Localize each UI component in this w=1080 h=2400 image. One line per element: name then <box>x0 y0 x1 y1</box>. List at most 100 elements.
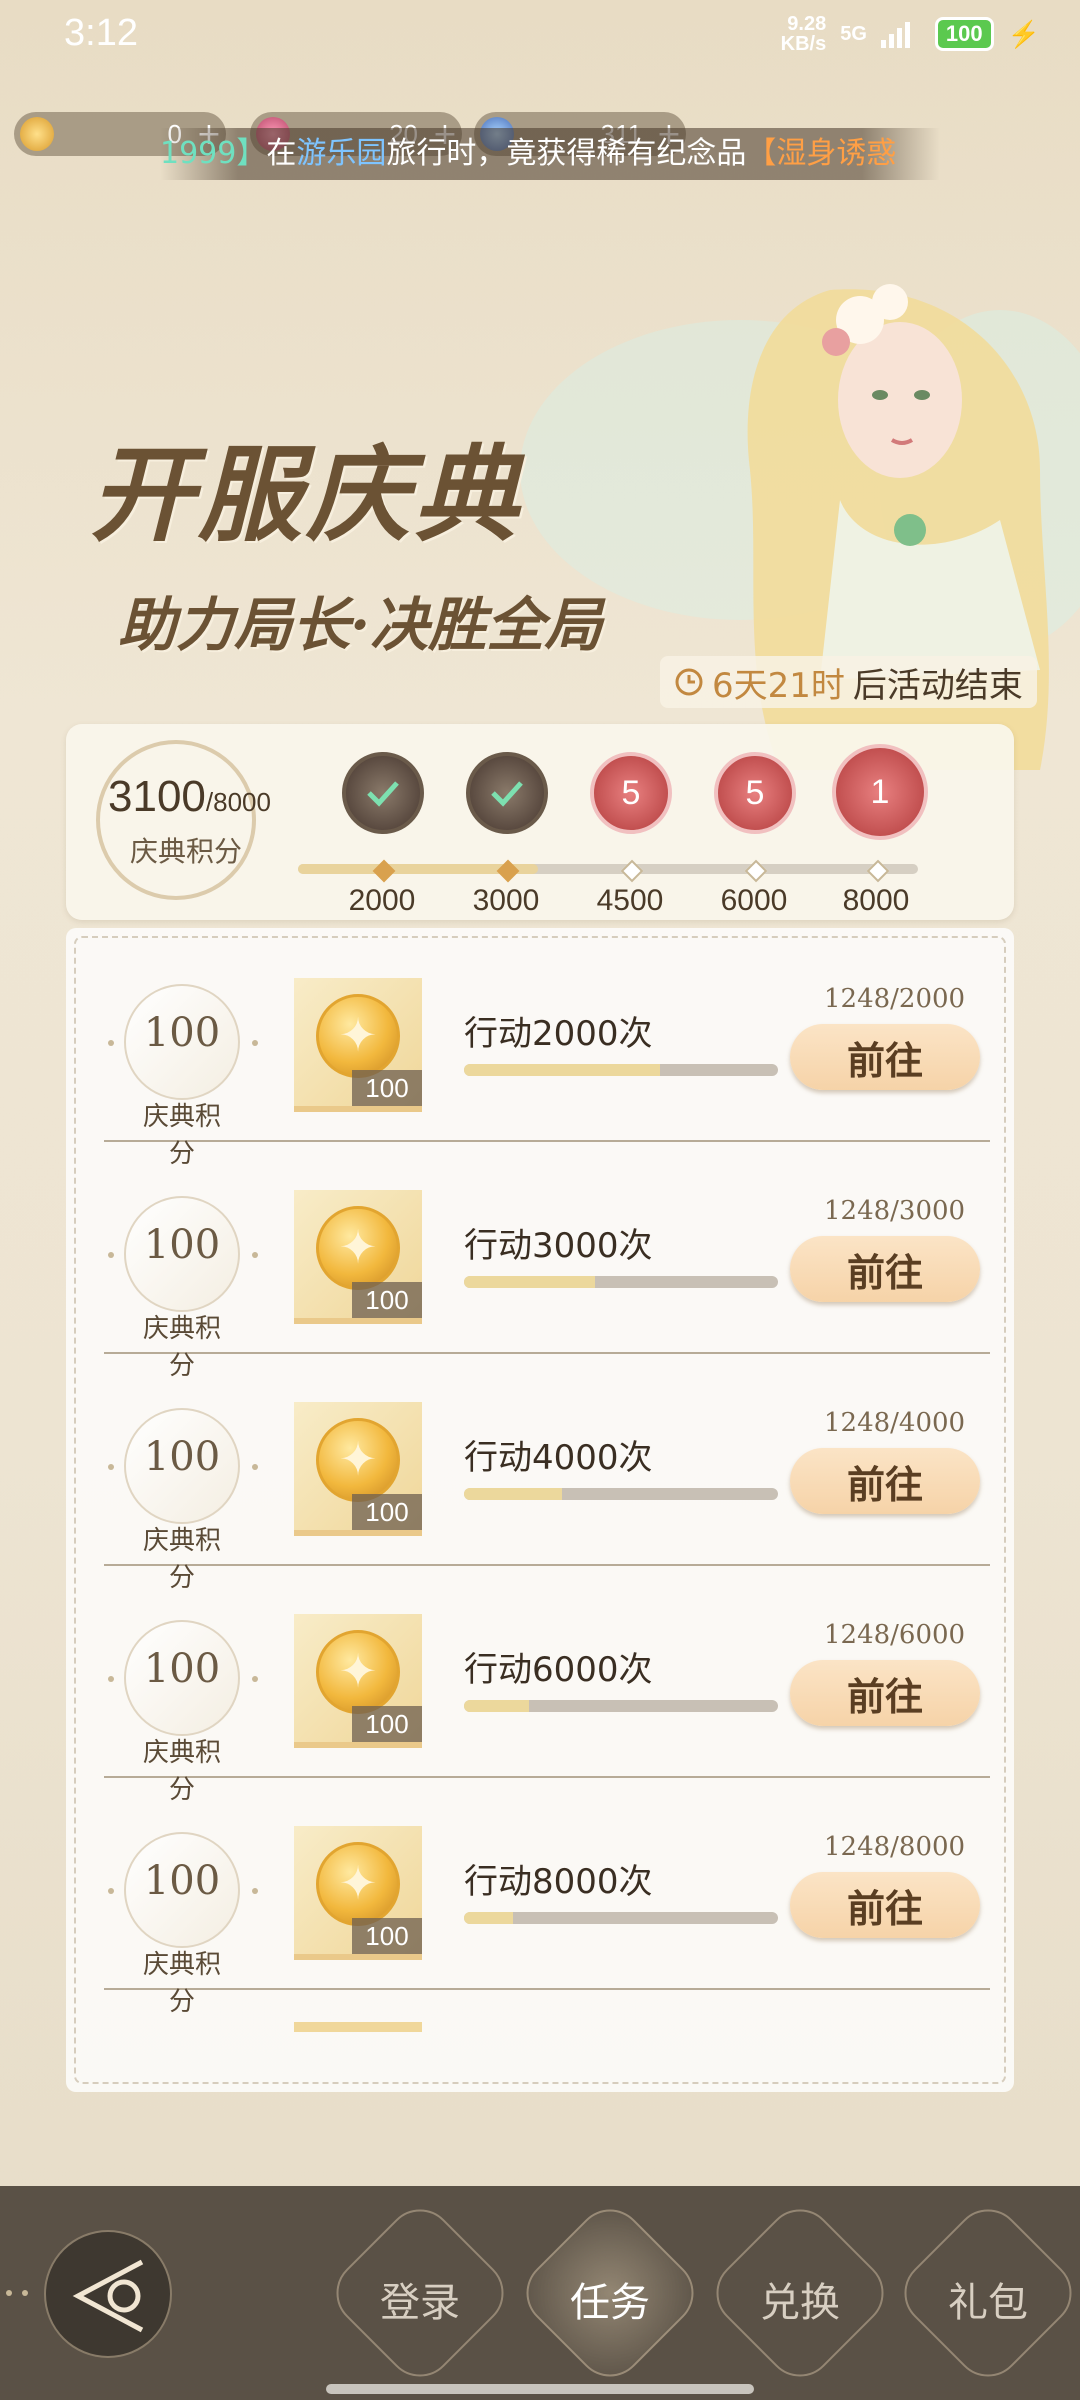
task-progress-text: 1248/8000 <box>824 1832 966 1862</box>
task-progress-fill <box>464 1912 513 1924</box>
coin-emblem-icon: ✦ <box>338 1644 378 1698</box>
milestone-reward-3[interactable]: 5 <box>590 752 672 834</box>
task-progress-text: 1248/4000 <box>824 1408 966 1438</box>
go-button[interactable]: 前往 <box>790 1236 980 1302</box>
score-value: 3100/8000 <box>108 772 271 822</box>
decor-dot <box>252 1252 258 1258</box>
network-speed: 9.28 KB/s <box>781 14 827 54</box>
coin-emblem-icon: ✦ <box>338 1220 378 1274</box>
points-label: 庆典积分 <box>142 1950 221 2017</box>
gold-coin-icon: ✦ <box>316 1630 400 1714</box>
gold-coin-icon: ✦ <box>316 994 400 1078</box>
decor-dot <box>252 1888 258 1894</box>
milestone-threshold: 6000 <box>720 884 788 917</box>
status-indicators: 9.28 KB/s 5G 100 ⚡ <box>781 14 1040 54</box>
coin-emblem-icon: ✦ <box>338 1856 378 1910</box>
task-progress-fill <box>464 1700 530 1712</box>
coin-emblem-icon: ✦ <box>338 1432 378 1486</box>
reward-quantity: 100 <box>352 1070 422 1106</box>
decor-dot <box>108 1252 114 1258</box>
task-progress-bar <box>464 1276 778 1288</box>
marquee-text-2: 旅行时，竟获得稀有纪念品 <box>386 136 747 171</box>
task-progress-fill <box>464 1064 660 1076</box>
task-row: 100 庆典积分 ✦ 100 行动4000次 1248/4000 前往 <box>104 1352 990 1593</box>
marquee-location: 游乐园 <box>296 136 387 171</box>
broadcast-marquee: 1999】在游乐园旅行时，竟获得稀有纪念品【湿身诱惑 <box>160 128 940 180</box>
task-progress-bar <box>464 1488 778 1500</box>
tab-login[interactable]: 登录 <box>340 2270 500 2328</box>
go-button[interactable]: 前往 <box>790 1024 980 1090</box>
gold-coin-icon: ✦ <box>316 1842 400 1926</box>
milestone-threshold: 3000 <box>472 884 540 917</box>
milestone-badge: 1 <box>870 772 890 811</box>
tab-tasks[interactable]: 任务 <box>530 2270 690 2328</box>
clock-icon <box>675 668 703 696</box>
check-icon <box>491 781 523 807</box>
task-row: 100 庆典积分 ✦ 100 行动3000次 1248/3000 前往 <box>104 1140 990 1381</box>
task-progress-fill <box>464 1488 562 1500</box>
task-progress-fill <box>464 1276 595 1288</box>
gold-coin-icon: ✦ <box>316 1418 400 1502</box>
network-speed-value: 9.28 <box>787 13 827 35</box>
task-row: 100 庆典积分 ✦ 100 行动8000次 1248/8000 前往 <box>104 1776 990 2017</box>
task-list-panel: 100 庆典积分 ✦ 100 行动2000次 1248/2000 前往 100 … <box>66 928 1014 2092</box>
score-progress-panel: 3100/8000 庆典积分 2000 3000 5 4500 5 6000 1 8000 <box>66 724 1014 920</box>
reward-item[interactable]: ✦ 100 <box>294 1402 422 1536</box>
marquee-player: 1999】 <box>160 136 267 171</box>
reward-quantity: 100 <box>352 1282 422 1318</box>
score-label: 庆典积分 <box>130 835 243 868</box>
task-title: 行动8000次 <box>464 1862 653 1902</box>
points-value: 100 <box>143 1222 221 1268</box>
timer-remaining: 6天21时 <box>712 665 845 706</box>
milestone-reward-4[interactable]: 5 <box>714 752 796 834</box>
milestone-reward-1[interactable] <box>342 752 424 834</box>
go-button[interactable]: 前往 <box>790 1872 980 1938</box>
milestone-reward-2[interactable] <box>466 752 548 834</box>
network-type: 5G <box>840 22 867 45</box>
task-title: 行动6000次 <box>464 1650 653 1690</box>
task-title: 行动3000次 <box>464 1226 653 1266</box>
task-progress-text: 1248/6000 <box>824 1620 966 1650</box>
milestone-badge: 5 <box>621 773 641 812</box>
decor-dot <box>252 1040 258 1046</box>
decor-dot <box>108 1040 114 1046</box>
go-button[interactable]: 前往 <box>790 1660 980 1726</box>
milestone-reward-5[interactable]: 1 <box>832 744 928 840</box>
event-title: 开服庆典 <box>90 433 523 556</box>
decor-dot <box>252 1676 258 1682</box>
task-progress-bar <box>464 1912 778 1924</box>
tab-exchange[interactable]: 兑换 <box>720 2270 880 2328</box>
points-value: 100 <box>143 1858 221 1904</box>
decor-dot <box>108 1464 114 1470</box>
battery-level: 100 <box>934 17 994 51</box>
milestone-badge: 5 <box>745 773 765 812</box>
charging-icon: ⚡ <box>1007 18 1040 49</box>
status-time: 3:12 <box>64 12 138 54</box>
milestone-threshold: 2000 <box>348 884 416 917</box>
task-progress-text: 1248/2000 <box>824 984 966 1014</box>
reward-item[interactable]: ✦ 100 <box>294 978 422 1112</box>
milestone-threshold: 8000 <box>842 884 910 917</box>
task-progress-bar <box>464 1700 778 1712</box>
go-button[interactable]: 前往 <box>790 1448 980 1514</box>
reward-item[interactable]: ✦ 100 <box>294 1826 422 1960</box>
home-indicator[interactable] <box>326 2384 754 2394</box>
coin-emblem-icon: ✦ <box>338 1008 378 1062</box>
tab-gift[interactable]: 礼包 <box>908 2270 1068 2328</box>
event-timer: 6天21时 后活动结束 <box>660 656 1037 708</box>
timer-suffix: 后活动结束 <box>852 665 1023 706</box>
task-row: 100 庆典积分 ✦ 100 行动6000次 1248/6000 前往 <box>104 1564 990 1805</box>
event-subtitle: 助力局长·决胜全局 <box>118 591 603 659</box>
reward-item[interactable]: ✦ 100 <box>294 1614 422 1748</box>
back-arrow-icon <box>72 2259 144 2333</box>
points-value: 100 <box>143 1010 221 1056</box>
check-icon <box>367 781 399 807</box>
points-value: 100 <box>143 1646 221 1692</box>
marquee-text-1: 在 <box>266 136 297 171</box>
back-button[interactable] <box>44 2230 172 2358</box>
signal-icon <box>880 22 910 48</box>
points-value: 100 <box>143 1434 221 1480</box>
marquee-item: 【湿身诱惑 <box>746 136 897 171</box>
task-row: 100 庆典积分 ✦ 100 行动2000次 1248/2000 前往 <box>104 928 990 1169</box>
reward-item[interactable]: ✦ 100 <box>294 1190 422 1324</box>
